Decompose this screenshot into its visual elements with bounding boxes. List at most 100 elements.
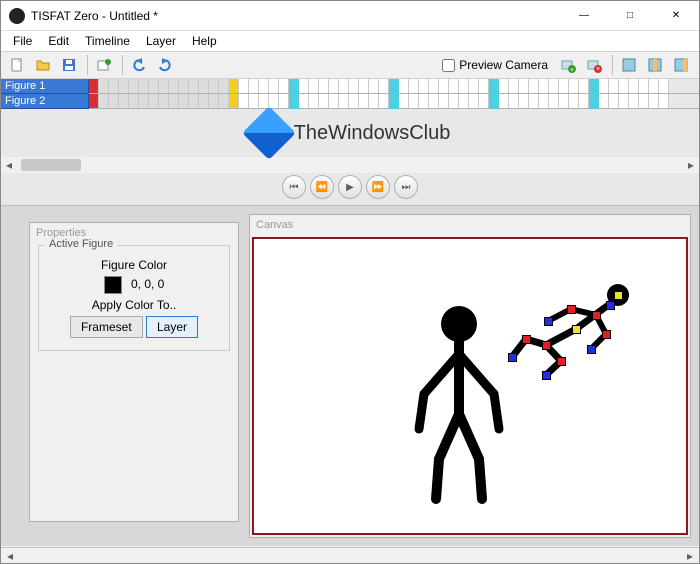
frame-cell[interactable]	[339, 79, 349, 93]
playback-first-button[interactable]: ⏮	[282, 175, 306, 199]
frame-cell[interactable]	[169, 94, 179, 108]
frame-cell[interactable]	[429, 79, 439, 93]
playback-next-button[interactable]: ⏩	[366, 175, 390, 199]
joint-node[interactable]	[544, 317, 553, 326]
scroll-right-icon[interactable]: ▸	[683, 549, 697, 563]
frame-cell[interactable]	[379, 94, 389, 108]
playback-prev-button[interactable]: ⏪	[310, 175, 334, 199]
frame-cell[interactable]	[469, 94, 479, 108]
frame-cell[interactable]	[129, 79, 139, 93]
frame-cell[interactable]	[649, 94, 659, 108]
joint-node[interactable]	[508, 353, 517, 362]
minimize-button[interactable]: —	[561, 1, 607, 31]
frame-cell[interactable]	[369, 94, 379, 108]
frame-cell[interactable]	[119, 79, 129, 93]
frame-cell[interactable]	[239, 79, 249, 93]
frameset-tool-c[interactable]	[669, 53, 693, 77]
frame-cell[interactable]	[139, 94, 149, 108]
layer-name-row[interactable]: Figure 2	[1, 94, 89, 109]
frame-cell[interactable]	[339, 94, 349, 108]
timeline-grid[interactable]: Figure 1 Figure 2	[1, 79, 699, 109]
open-file-button[interactable]	[31, 53, 55, 77]
frame-cell[interactable]	[469, 79, 479, 93]
export-button[interactable]	[92, 53, 116, 77]
frame-cell[interactable]	[219, 94, 229, 108]
frame-cell[interactable]	[639, 94, 649, 108]
stick-figure[interactable]	[404, 299, 514, 509]
redo-button[interactable]	[153, 53, 177, 77]
frame-cell[interactable]	[449, 94, 459, 108]
frame-cell[interactable]	[149, 94, 159, 108]
window-hscrollbar[interactable]: ◂ ▸	[1, 547, 699, 563]
playback-last-button[interactable]: ⏭	[394, 175, 418, 199]
frame-cell[interactable]	[299, 94, 309, 108]
menu-layer[interactable]: Layer	[138, 32, 184, 50]
frame-cell[interactable]	[349, 79, 359, 93]
frame-cell[interactable]	[109, 79, 119, 93]
frame-cell[interactable]	[479, 79, 489, 93]
frame-cell[interactable]	[509, 79, 519, 93]
frame-cell[interactable]	[609, 79, 619, 93]
new-file-button[interactable]	[5, 53, 29, 77]
frame-cell[interactable]	[579, 94, 589, 108]
frame-cell[interactable]	[419, 94, 429, 108]
frame-cell[interactable]	[219, 79, 229, 93]
joint-node[interactable]	[542, 371, 551, 380]
frameset-tool-b[interactable]	[643, 53, 667, 77]
joint-node[interactable]	[522, 335, 531, 344]
frame-cell[interactable]	[229, 94, 239, 108]
menu-help[interactable]: Help	[184, 32, 225, 50]
frame-cell[interactable]	[539, 79, 549, 93]
frame-cell[interactable]	[309, 94, 319, 108]
timeline-frames[interactable]	[89, 79, 699, 108]
frame-cell[interactable]	[519, 94, 529, 108]
frame-cell[interactable]	[269, 79, 279, 93]
frame-cell[interactable]	[409, 79, 419, 93]
frame-cell[interactable]	[439, 79, 449, 93]
frame-cell[interactable]	[109, 94, 119, 108]
frame-cell[interactable]	[459, 79, 469, 93]
frame-cell[interactable]	[119, 94, 129, 108]
scroll-thumb[interactable]	[21, 159, 81, 171]
frame-cell[interactable]	[249, 94, 259, 108]
frame-cell[interactable]	[479, 94, 489, 108]
frame-cell[interactable]	[599, 79, 609, 93]
frame-cell[interactable]	[209, 94, 219, 108]
layer-name-row[interactable]: Figure 1	[1, 79, 89, 94]
frame-cell[interactable]	[619, 94, 629, 108]
frame-cell[interactable]	[259, 94, 269, 108]
frame-cell[interactable]	[439, 94, 449, 108]
menu-edit[interactable]: Edit	[40, 32, 77, 50]
frame-cell[interactable]	[629, 94, 639, 108]
frame-cell[interactable]	[449, 79, 459, 93]
frame-cell[interactable]	[549, 79, 559, 93]
frame-cell[interactable]	[329, 79, 339, 93]
frame-cell[interactable]	[499, 79, 509, 93]
frame-cell[interactable]	[369, 79, 379, 93]
layer-remove-button[interactable]: ×	[582, 53, 606, 77]
frame-cell[interactable]	[89, 94, 99, 108]
frame-cell[interactable]	[519, 79, 529, 93]
frame-cell[interactable]	[249, 79, 259, 93]
playhead-marker[interactable]	[389, 79, 399, 109]
playhead-marker[interactable]	[489, 79, 499, 109]
preview-camera-input[interactable]	[442, 59, 455, 72]
frame-cell[interactable]	[659, 79, 669, 93]
frame-cell[interactable]	[99, 94, 109, 108]
frame-cell[interactable]	[279, 94, 289, 108]
joint-node[interactable]	[557, 357, 566, 366]
joint-node[interactable]	[572, 325, 581, 334]
frame-cell[interactable]	[549, 94, 559, 108]
preview-camera-checkbox[interactable]: Preview Camera	[438, 56, 548, 75]
frame-cell[interactable]	[329, 94, 339, 108]
frame-cell[interactable]	[409, 94, 419, 108]
frame-cell[interactable]	[629, 79, 639, 93]
frame-cell[interactable]	[319, 79, 329, 93]
frame-cell[interactable]	[309, 79, 319, 93]
frame-cell[interactable]	[169, 79, 179, 93]
frameset-button[interactable]: Frameset	[70, 316, 143, 338]
timeline-scrollbar[interactable]: ◂ ▸	[1, 157, 699, 173]
frame-cell[interactable]	[569, 79, 579, 93]
frame-cell[interactable]	[159, 79, 169, 93]
layer-add-button[interactable]: +	[556, 53, 580, 77]
